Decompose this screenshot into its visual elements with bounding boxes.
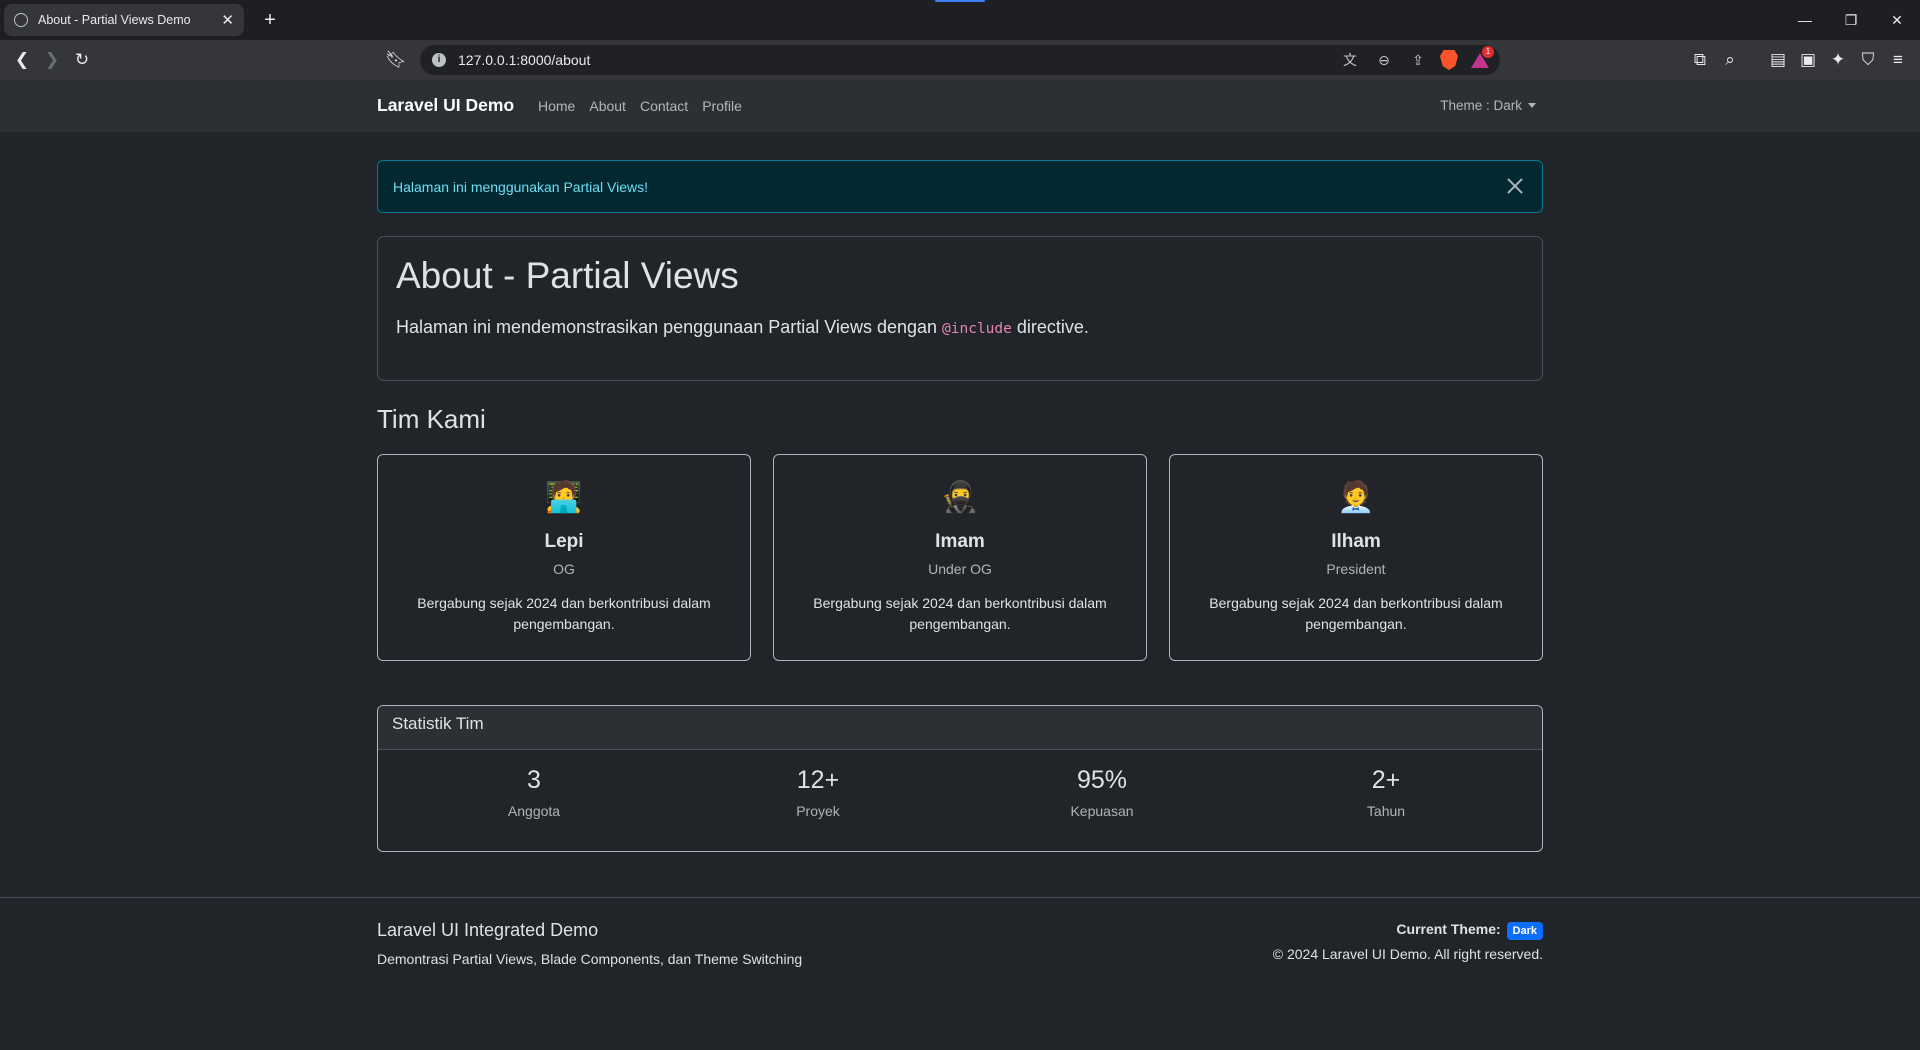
stat-label: Anggota [507, 803, 561, 819]
member-name: Imam [935, 531, 985, 552]
theme-badge: Dark [1506, 922, 1543, 940]
minimize-button[interactable]: — [1782, 0, 1828, 40]
member-role: Under OG [928, 561, 992, 577]
stat-item: 3 Anggota [392, 766, 676, 819]
team-cards: 🧑‍💻 Lepi OG Bergabung sejak 2024 dan ber… [377, 454, 1543, 661]
current-theme-label: Current Theme: [1396, 921, 1501, 937]
brave-shields-icon[interactable] [1440, 50, 1458, 70]
sidebar-icon[interactable]: ▤ [1766, 48, 1790, 72]
page-content: Laravel UI Demo Home About Contact Profi… [0, 80, 1920, 1050]
globe-icon [14, 13, 28, 27]
current-theme-row: Current Theme: Dark [1273, 921, 1543, 940]
close-icon[interactable] [1504, 175, 1526, 197]
member-name: Ilham [1331, 531, 1381, 552]
address-bar[interactable]: i 127.0.0.1:8000/about 文 ⊖ ⇪ 1 [420, 45, 1500, 75]
brave-rewards-icon[interactable]: 1 [1468, 46, 1494, 72]
nav-links: Home About Contact Profile [538, 98, 742, 114]
team-card: 🥷 Imam Under OG Bergabung sejak 2024 dan… [773, 454, 1147, 661]
technologist-icon: 🧑‍💻 [545, 480, 583, 514]
info-alert: Halaman ini menggunakan Partial Views! [377, 160, 1543, 213]
tab-search-icon[interactable]: ⌕ [1718, 48, 1742, 72]
footer: Laravel UI Integrated Demo Demontrasi Pa… [0, 897, 1920, 1050]
navbar: Laravel UI Demo Home About Contact Profi… [0, 80, 1920, 132]
member-description: Bergabung sejak 2024 dan berkontribusi d… [1209, 595, 1503, 632]
tab-strip-indicator [935, 0, 985, 2]
hero-text-strong: Partial Views [768, 317, 872, 337]
nav-link-home[interactable]: Home [538, 98, 575, 114]
bookmark-icon[interactable]: 🔖︎ [384, 48, 408, 72]
caret-down-icon [1528, 103, 1536, 108]
footer-left: Laravel UI Integrated Demo Demontrasi Pa… [377, 920, 802, 967]
alert-message: Halaman ini menggunakan Partial Views! [393, 178, 648, 195]
hero-description: Halaman ini mendemonstrasikan penggunaan… [396, 317, 1524, 338]
theme-dropdown-label: Theme : Dark [1440, 98, 1522, 113]
back-icon[interactable]: ❮ [10, 48, 34, 72]
hero-text-after: directive. [1011, 317, 1089, 337]
ninja-icon: 🥷 [941, 480, 979, 514]
new-tab-button[interactable]: + [256, 6, 284, 34]
browser-tab-bar: About - Partial Views Demo ✕ + — ❐ ✕ [0, 0, 1920, 40]
member-role: President [1326, 561, 1386, 577]
member-description: Bergabung sejak 2024 dan berkontribusi d… [813, 595, 1107, 632]
menu-icon[interactable]: ≡ [1886, 48, 1910, 72]
hero-text-before: Halaman ini mendemonstrasikan penggunaan [396, 317, 769, 337]
url-text[interactable]: 127.0.0.1:8000/about [458, 52, 590, 68]
footer-right: Current Theme: Dark © 2024 Laravel UI De… [1273, 921, 1543, 962]
stat-label: Kepuasan [1070, 803, 1134, 819]
stat-item: 12+ Proyek [676, 766, 960, 819]
team-stats-card: Statistik Tim 3 Anggota 12+ Proyek 95% K… [377, 705, 1543, 852]
page-title: About - Partial Views [396, 255, 739, 296]
team-title: Tim Kami [377, 404, 486, 434]
stat-label: Proyek [796, 803, 840, 819]
tab-title: About - Partial Views Demo [38, 13, 191, 27]
nav-link-about[interactable]: About [589, 98, 626, 114]
team-card: 🧑‍💼 Ilham President Bergabung sejak 2024… [1169, 454, 1543, 661]
close-window-button[interactable]: ✕ [1874, 0, 1920, 40]
member-role: OG [553, 561, 575, 577]
team-card: 🧑‍💻 Lepi OG Bergabung sejak 2024 dan ber… [377, 454, 751, 661]
member-name: Lepi [544, 531, 584, 552]
nav-link-profile[interactable]: Profile [702, 98, 742, 114]
extensions-icon[interactable]: ⧉ [1688, 48, 1712, 72]
forward-icon[interactable]: ❯ [40, 48, 64, 72]
reload-icon[interactable]: ↻ [70, 48, 94, 72]
office-worker-icon: 🧑‍💼 [1337, 480, 1375, 514]
translate-icon[interactable]: 文 [1338, 48, 1362, 72]
stat-label: Tahun [1366, 803, 1406, 819]
vpn-icon[interactable]: ⛉ [1856, 48, 1880, 72]
nav-link-contact[interactable]: Contact [640, 98, 688, 114]
member-description: Bergabung sejak 2024 dan berkontribusi d… [417, 595, 711, 632]
site-info-icon[interactable]: i [432, 53, 446, 67]
stats-body: 3 Anggota 12+ Proyek 95% Kepuasan 2+ Tah… [378, 750, 1542, 835]
stat-item: 2+ Tahun [1244, 766, 1528, 819]
share-icon[interactable]: ⇪ [1406, 48, 1430, 72]
footer-title: Laravel UI Integrated Demo [377, 920, 599, 940]
stat-value: 95% [1076, 766, 1128, 794]
stat-item: 95% Kepuasan [960, 766, 1244, 819]
stat-value: 2+ [1371, 766, 1401, 794]
zoom-out-icon[interactable]: ⊖ [1372, 48, 1396, 72]
hero-text-middle: dengan [871, 317, 943, 337]
stat-value: 3 [527, 766, 541, 794]
leo-ai-icon[interactable]: ✦ [1826, 48, 1850, 72]
copyright-text: © 2024 Laravel UI Demo. All right reserv… [1272, 946, 1543, 962]
hero-panel: About - Partial Views Halaman ini mendem… [377, 236, 1543, 381]
navbar-brand[interactable]: Laravel UI Demo [377, 95, 514, 116]
browser-toolbar: ❮ ❯ ↻ 🔖︎ i 127.0.0.1:8000/about 文 ⊖ ⇪ 1 … [0, 40, 1920, 80]
stat-value: 12+ [796, 766, 840, 794]
restore-button[interactable]: ❐ [1828, 0, 1874, 40]
browser-tab[interactable]: About - Partial Views Demo ✕ [4, 4, 244, 36]
close-tab-icon[interactable]: ✕ [221, 11, 234, 29]
wallet-icon[interactable]: ▣ [1796, 48, 1820, 72]
theme-dropdown[interactable]: Theme : Dark [1440, 98, 1536, 113]
footer-subtitle: Demontrasi Partial Views, Blade Componen… [377, 951, 803, 967]
hero-code: @include [942, 321, 1012, 337]
stats-title: Statistik Tim [378, 706, 1542, 750]
